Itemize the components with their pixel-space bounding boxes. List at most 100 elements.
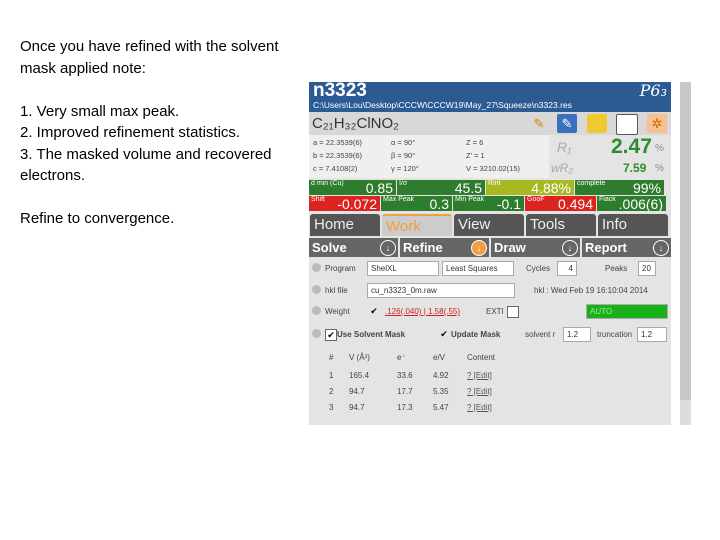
column-header: e⁻ — [397, 353, 406, 362]
notepad-icon[interactable] — [616, 114, 638, 135]
cell-gamma: γ = 120° — [391, 164, 419, 173]
stat-flack: Flack .006(6) — [597, 196, 666, 211]
folder-icon[interactable] — [587, 114, 607, 133]
peaks-input[interactable]: 20 — [638, 261, 656, 276]
weight-scheme-select[interactable]: AUTO — [586, 304, 668, 319]
info-icon[interactable] — [312, 306, 321, 315]
scrollbar-thumb[interactable] — [680, 82, 691, 400]
truncation-input[interactable]: 1.2 — [637, 327, 667, 342]
stat-d-min-cu-: d min (Cu) 0.85 — [309, 180, 396, 195]
use-mask-label: Use Solvent Mask — [337, 330, 406, 339]
mask-table: # V (Å³) e⁻ e/V Content 1 165.4 33.6 4.92 ? [Edit… — [309, 350, 671, 420]
cell-a: a = 22.3539(6) — [313, 138, 362, 147]
subtab-label: Solve — [312, 240, 347, 255]
cell-parameters: a = 22.3539(6) b = 22.3539(6) c = 7.4108… — [309, 135, 549, 178]
update-mask-label: Update Mask — [451, 330, 501, 339]
subtab-refine[interactable]: Refine ↓ — [400, 238, 489, 257]
wr2-unit: % — [655, 163, 664, 174]
molecule-icon[interactable]: ✲ — [647, 114, 667, 133]
weight-checkbox[interactable]: ✔ — [369, 306, 379, 316]
wr2-label: wR₂ — [551, 161, 573, 175]
chevron-down-icon[interactable]: ↓ — [471, 240, 487, 256]
cell-c: c = 7.4108(2) — [313, 164, 358, 173]
solvent-mask-row: ✔ Use Solvent Mask ✔ Update Mask solvent… — [309, 326, 671, 344]
tab-tools[interactable]: Tools — [526, 214, 596, 236]
stat-label: d min (Cu) — [311, 180, 344, 187]
program-row: Program ShelXL Least Squares Cycles 4 Pe… — [309, 260, 671, 278]
stat-max-peak: Max Peak 0.3 — [381, 196, 452, 211]
formula: C₂₁H₃₂ClNO₂ — [312, 115, 399, 132]
table-cell: 4.92 — [433, 371, 449, 380]
table-cell: 94.7 — [349, 387, 365, 396]
stat-label: Rint — [488, 180, 501, 187]
subtab-label: Refine — [403, 240, 443, 255]
tab-view[interactable]: View — [454, 214, 524, 236]
info-icon[interactable] — [312, 263, 321, 272]
table-cell: 5.47 — [433, 403, 449, 412]
program-select[interactable]: ShelXL — [367, 261, 439, 276]
stat-value: .006(6) — [618, 196, 663, 211]
weight-link[interactable]: .126(.040) | 1.58(.55) — [385, 307, 460, 316]
hkl-date: hkl : Wed Feb 19 16:10:04 2014 — [534, 286, 648, 295]
column-header: V (Å³) — [349, 353, 370, 362]
file-path: C:\Users\Lou\Desktop\CCCW\CCCW19\May_27\… — [313, 100, 572, 110]
stat-value: 0.85 — [365, 180, 393, 195]
chevron-down-icon[interactable]: ↓ — [562, 240, 578, 256]
stat-goof: GooF 0.494 — [525, 196, 596, 211]
info-icon[interactable] — [312, 329, 321, 338]
chevron-down-icon[interactable]: ↓ — [380, 240, 396, 256]
cell-b: b = 22.3539(6) — [313, 151, 362, 160]
note-item: 1. Very small max peak. — [20, 102, 180, 120]
solvent-r-input[interactable]: 1.2 — [563, 327, 591, 342]
stat-complete: complete 99% — [575, 180, 664, 195]
chevron-down-icon[interactable]: ↓ — [653, 240, 669, 256]
info-icon[interactable] — [312, 285, 321, 294]
olex2-panel: n3323 C:\Users\Lou\Desktop\CCCW\CCCW19\M… — [309, 82, 671, 425]
subtab-report[interactable]: Report ↓ — [582, 238, 671, 257]
cell-z: Z = 6 — [466, 138, 484, 147]
table-cell: 94.7 — [349, 403, 365, 412]
column-header: e/V — [433, 353, 446, 362]
cycles-input[interactable]: 4 — [557, 261, 577, 276]
peaks-label: Peaks — [605, 264, 628, 273]
stat-label: GooF — [527, 196, 545, 203]
table-cell: 2 — [329, 387, 334, 396]
column-header: Content — [467, 353, 496, 362]
update-mask-checkbox[interactable]: ✔ — [439, 329, 449, 339]
note-item: 2. Improved refinement statistics. — [20, 124, 241, 141]
hkl-select[interactable]: cu_n3323_0m.raw — [367, 283, 515, 298]
notes-outro: Refine to convergence. — [20, 210, 175, 227]
column-header: # — [329, 353, 334, 362]
stat-value: 4.88% — [531, 180, 571, 195]
use-mask-checkbox[interactable]: ✔ — [325, 329, 337, 341]
pencil-icon[interactable]: ✎ — [529, 114, 549, 133]
exti-label: EXTI — [486, 307, 504, 316]
edit-content-link[interactable]: ? [Edit] — [467, 371, 492, 380]
subtab-solve[interactable]: Solve ↓ — [309, 238, 398, 257]
tab-work[interactable]: Work — [382, 214, 452, 236]
scrollbar[interactable] — [680, 82, 691, 425]
stat-label: Shift — [311, 196, 326, 203]
edit-content-link[interactable]: ? [Edit] — [467, 387, 492, 396]
program-label: Program — [325, 264, 356, 273]
subtab-draw[interactable]: Draw ↓ — [491, 238, 580, 257]
edit-content-link[interactable]: ? [Edit] — [467, 403, 492, 412]
tab-home[interactable]: Home — [310, 214, 380, 236]
note-item: 3. The masked volume and recovered elect… — [20, 145, 272, 185]
formula-bar: C₂₁H₃₂ClNO₂ ✎ ✎ ✲ — [309, 112, 671, 135]
tab-info[interactable]: Info — [598, 214, 668, 236]
edit-structure-icon[interactable]: ✎ — [557, 114, 577, 133]
subtab-label: Draw — [494, 240, 526, 255]
table-cell: 1 — [329, 371, 334, 380]
wr2-value: 7.59 — [623, 161, 647, 175]
hkl-row: hkl file cu_n3323_0m.raw hkl : Wed Feb 1… — [309, 282, 671, 300]
slide-notes: Once you have refined with the solvent m… — [20, 36, 300, 230]
exti-checkbox[interactable] — [507, 306, 519, 318]
stat-label: complete — [577, 180, 606, 187]
method-select[interactable]: Least Squares — [442, 261, 514, 276]
cell-beta: β = 90° — [391, 151, 416, 160]
stat-i-: I/σ 45.5 — [397, 180, 485, 195]
subtab-label: Report — [585, 240, 627, 255]
stat-value: 0.3 — [429, 196, 449, 211]
table-cell: 165.4 — [349, 371, 370, 380]
